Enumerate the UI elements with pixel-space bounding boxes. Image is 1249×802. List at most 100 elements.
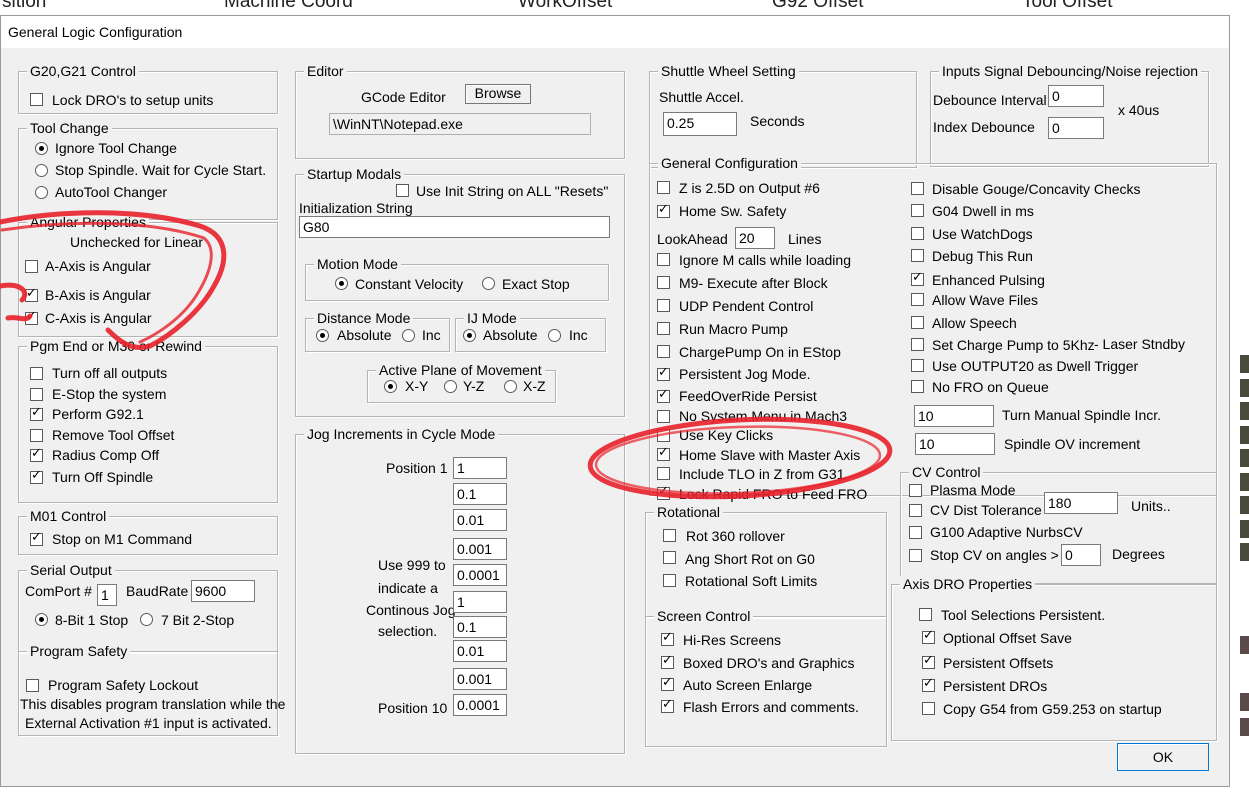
flash-errors-checkbox[interactable] — [661, 697, 674, 713]
persistent-jog-checkbox[interactable] — [657, 365, 670, 381]
enhanced-pulsing-checkbox[interactable] — [911, 270, 924, 286]
auto-screen-enlarge-checkbox[interactable] — [661, 675, 674, 691]
plane-xz-radio[interactable] — [504, 380, 517, 393]
g100-nurbs-checkbox[interactable] — [909, 526, 922, 539]
7bit-2stop-radio[interactable] — [140, 613, 153, 626]
stop-cv-angles-checkbox[interactable] — [909, 549, 922, 562]
feedoverride-persist-checkbox[interactable] — [657, 387, 670, 403]
debounce-interval-input[interactable]: 0 — [1048, 85, 1104, 107]
debug-run-checkbox[interactable] — [911, 249, 924, 262]
rotational-soft-limits-checkbox[interactable] — [663, 574, 676, 587]
persistent-offsets-checkbox[interactable] — [922, 653, 935, 669]
home-slave-checkbox[interactable] — [657, 445, 670, 461]
allow-wave-checkbox[interactable] — [911, 293, 924, 306]
jog-position-3-input[interactable]: 0.01 — [453, 509, 507, 531]
use-init-string-checkbox[interactable] — [396, 184, 409, 197]
boxed-dros-checkbox[interactable] — [661, 653, 674, 669]
radius-comp-off-checkbox[interactable] — [30, 446, 43, 462]
stop-on-m1-checkbox[interactable] — [30, 530, 43, 546]
stop-spindle-radio[interactable] — [35, 164, 48, 177]
turn-off-spindle-checkbox[interactable] — [30, 468, 43, 484]
8bit-1stop-radio[interactable] — [35, 613, 48, 626]
pgm-end-title: Pgm End or M30 or Rewind — [27, 338, 205, 354]
window-title: General Logic Configuration — [8, 24, 183, 40]
cv-dist-tolerance-checkbox[interactable] — [909, 504, 922, 517]
turn-off-outputs-checkbox[interactable] — [30, 367, 43, 380]
copy-g54-checkbox[interactable] — [922, 702, 935, 715]
remove-tool-offset-checkbox[interactable] — [30, 429, 43, 442]
plane-xy-radio[interactable] — [384, 380, 397, 393]
stop-cv-angles-input[interactable]: 0 — [1061, 544, 1101, 566]
lock-dro-checkbox[interactable] — [30, 93, 43, 106]
index-debounce-input[interactable]: 0 — [1048, 117, 1104, 139]
browse-button[interactable]: Browse — [465, 84, 531, 104]
jog-position-4-input[interactable]: 0.001 — [453, 538, 507, 560]
jog-position-5-input[interactable]: 0.0001 — [453, 564, 507, 586]
perform-g921-checkbox[interactable] — [30, 405, 43, 421]
hires-screens-checkbox[interactable] — [661, 630, 674, 646]
background-strip — [1240, 449, 1249, 467]
distance-absolute-radio[interactable] — [316, 329, 329, 342]
distance-inc-radio[interactable] — [402, 329, 415, 342]
jog-position-7-input[interactable]: 0.1 — [453, 616, 507, 638]
optional-offset-save-checkbox[interactable] — [922, 628, 935, 644]
g04-dwell-checkbox[interactable] — [911, 204, 924, 217]
jog-position-2-input[interactable]: 0.1 — [453, 483, 507, 505]
autotool-changer-radio[interactable] — [35, 186, 48, 199]
exact-stop-radio[interactable] — [482, 277, 495, 290]
title-bar[interactable]: General Logic Configuration — [1, 16, 1229, 48]
chargepump-estop-checkbox[interactable] — [657, 345, 670, 358]
turn-manual-spindle-input[interactable]: 10 — [914, 405, 994, 427]
jog-position-8-input[interactable]: 0.01 — [453, 640, 507, 662]
output20-dwell-checkbox[interactable] — [911, 359, 924, 372]
no-system-menu-checkbox[interactable] — [657, 410, 670, 423]
program-safety-lockout-checkbox[interactable] — [26, 679, 39, 692]
plane-yz-radio[interactable] — [444, 380, 457, 393]
m9-execute-checkbox[interactable] — [657, 276, 670, 289]
spindle-ov-input[interactable]: 10 — [915, 433, 995, 455]
disable-gouge-checkbox[interactable] — [911, 182, 924, 195]
persistent-dros-checkbox[interactable] — [922, 676, 935, 692]
ok-button[interactable]: OK — [1117, 743, 1209, 771]
charge-pump-5khz-checkbox[interactable] — [911, 338, 924, 351]
allow-speech-checkbox[interactable] — [911, 316, 924, 329]
init-string-input[interactable]: G80 — [299, 216, 610, 238]
jog-position-10-input[interactable]: 0.0001 — [453, 694, 507, 716]
background-strip — [1240, 693, 1249, 711]
shuttle-accel-input[interactable]: 0.25 — [663, 112, 737, 136]
a-axis-angular-checkbox[interactable] — [25, 260, 38, 273]
jog-position-6-input[interactable]: 1 — [453, 591, 507, 613]
rot360-rollover-label: Rot 360 rollover — [686, 528, 785, 544]
ang-short-rot-label: Ang Short Rot on G0 — [685, 551, 815, 567]
c-axis-angular-checkbox[interactable] — [25, 309, 38, 325]
rot360-rollover-checkbox[interactable] — [663, 529, 676, 542]
no-fro-queue-checkbox[interactable] — [911, 380, 924, 393]
comport-input[interactable]: 1 — [97, 584, 117, 606]
estop-system-checkbox[interactable] — [30, 388, 43, 401]
udp-pendent-checkbox[interactable] — [657, 299, 670, 312]
home-sw-safety-checkbox[interactable] — [657, 202, 670, 218]
tool-selections-persistent-checkbox[interactable] — [919, 608, 932, 621]
plasma-mode-checkbox[interactable] — [909, 484, 922, 497]
use-watchdogs-checkbox[interactable] — [911, 227, 924, 240]
constant-velocity-radio[interactable] — [335, 277, 348, 290]
jog-position-9-input[interactable]: 0.001 — [453, 668, 507, 690]
jog-position-1-input[interactable]: 1 — [453, 457, 507, 479]
ignore-tool-change-radio[interactable] — [35, 142, 48, 155]
ij-inc-radio[interactable] — [548, 329, 561, 342]
include-tlo-checkbox[interactable] — [657, 467, 670, 480]
baudrate-input[interactable]: 9600 — [191, 580, 255, 602]
ij-absolute-radio[interactable] — [463, 329, 476, 342]
b-axis-angular-checkbox[interactable] — [25, 286, 38, 302]
z-25d-checkbox[interactable] — [657, 181, 670, 194]
use-key-clicks-checkbox[interactable] — [657, 429, 670, 442]
ignore-m-calls-checkbox[interactable] — [657, 253, 670, 266]
cv-dist-tolerance-input[interactable]: 180 — [1044, 492, 1118, 514]
ij-absolute-label: Absolute — [483, 327, 538, 343]
lookahead-input[interactable]: 20 — [735, 227, 775, 249]
ang-short-rot-checkbox[interactable] — [663, 551, 676, 564]
lock-rapid-fro-checkbox[interactable] — [657, 484, 670, 500]
background-strip — [1240, 473, 1249, 491]
editor-path-field[interactable]: \WinNT\Notepad.exe — [329, 113, 591, 135]
run-macro-pump-checkbox[interactable] — [657, 322, 670, 335]
